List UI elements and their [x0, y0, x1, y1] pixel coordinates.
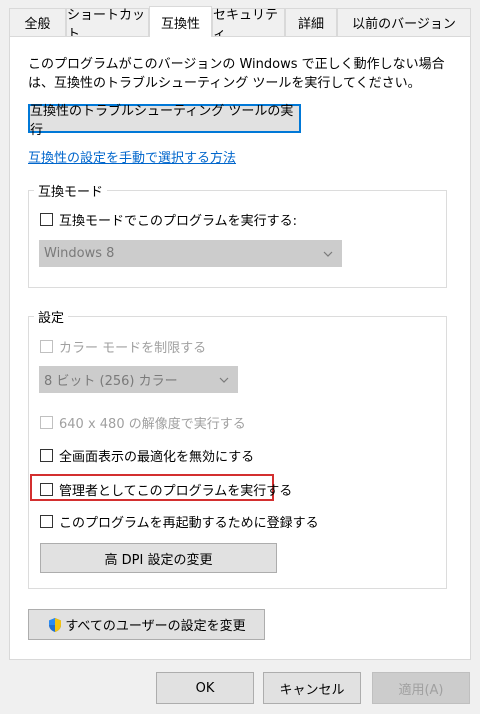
color-mode-select[interactable]: 8 ビット (256) カラー: [39, 366, 238, 393]
compat-mode-label: 互換モード: [34, 181, 108, 200]
button-label: 高 DPI 設定の変更: [104, 552, 213, 568]
chevron-down-icon: [219, 377, 229, 383]
select-value: Windows 8: [44, 246, 115, 261]
checkbox-box: [40, 449, 53, 462]
resolution-checkbox[interactable]: 640 x 480 の解像度で実行する: [40, 413, 246, 432]
compat-mode-group: [28, 190, 447, 288]
reduced-color-checkbox[interactable]: カラー モードを制限する: [40, 337, 206, 356]
shield-icon: [49, 617, 62, 632]
checkbox-box: [40, 416, 53, 429]
troubleshoot-button[interactable]: 互換性のトラブルシューティング ツールの実行: [28, 104, 301, 138]
manual-settings-link[interactable]: 互換性の設定を手動で選択する方法: [28, 147, 236, 166]
select-value: 8 ビット (256) カラー: [44, 374, 178, 389]
tab-previous-versions[interactable]: 以前のバージョン: [337, 8, 471, 36]
tab-label: 全般: [24, 17, 51, 32]
register-restart-checkbox[interactable]: このプログラムを再起動するために登録する: [40, 512, 319, 531]
tab-shortcut[interactable]: ショートカット: [66, 8, 149, 42]
tab-label: 以前のバージョン: [352, 17, 456, 32]
tab-general[interactable]: 全般: [9, 8, 66, 36]
compat-mode-checkbox[interactable]: 互換モードでこのプログラムを実行する:: [40, 210, 297, 229]
tab-details[interactable]: 詳細: [285, 8, 337, 36]
button-label: OK: [195, 680, 215, 696]
button-label: キャンセル: [279, 682, 345, 698]
all-users-settings-button[interactable]: すべてのユーザーの設定を変更: [28, 609, 265, 640]
checkbox-box: [40, 340, 53, 353]
checkbox-box: [40, 483, 53, 496]
checkbox-label: 管理者としてこのプログラムを実行する: [59, 484, 293, 499]
checkbox-label: 全画面表示の最適化を無効にする: [59, 450, 255, 465]
button-label: 適用(A): [398, 682, 444, 698]
description-text: このプログラムがこのバージョンの Windows で正しく動作しない場合は、互換…: [28, 57, 445, 91]
checkbox-box: [40, 213, 53, 226]
checkbox-label: 640 x 480 の解像度で実行する: [59, 417, 246, 432]
tab-security[interactable]: セキュリティ: [212, 8, 285, 42]
ok-button[interactable]: OK: [156, 672, 254, 704]
settings-label: 設定: [34, 307, 69, 326]
cancel-button[interactable]: キャンセル: [263, 672, 361, 704]
button-label: すべてのユーザーの設定を変更: [65, 619, 246, 634]
fullscreen-optimization-checkbox[interactable]: 全画面表示の最適化を無効にする: [40, 446, 254, 465]
chevron-down-icon: [323, 251, 333, 257]
checkbox-label: このプログラムを再起動するために登録する: [59, 516, 319, 531]
run-as-admin-checkbox[interactable]: 管理者としてこのプログラムを実行する: [40, 480, 292, 499]
high-dpi-button[interactable]: 高 DPI 設定の変更: [40, 543, 277, 573]
checkbox-box: [40, 515, 53, 528]
tab-compatibility[interactable]: 互換性: [149, 6, 212, 37]
apply-button[interactable]: 適用(A): [372, 672, 470, 704]
tab-label: 互換性: [160, 16, 200, 32]
tab-label: 詳細: [297, 17, 324, 32]
compat-mode-select[interactable]: Windows 8: [39, 240, 342, 267]
troubleshoot-button-label: 互換性のトラブルシューティング ツールの実行: [30, 103, 294, 138]
checkbox-label: カラー モードを制限する: [59, 341, 207, 356]
checkbox-label: 互換モードでこのプログラムを実行する:: [59, 214, 297, 229]
